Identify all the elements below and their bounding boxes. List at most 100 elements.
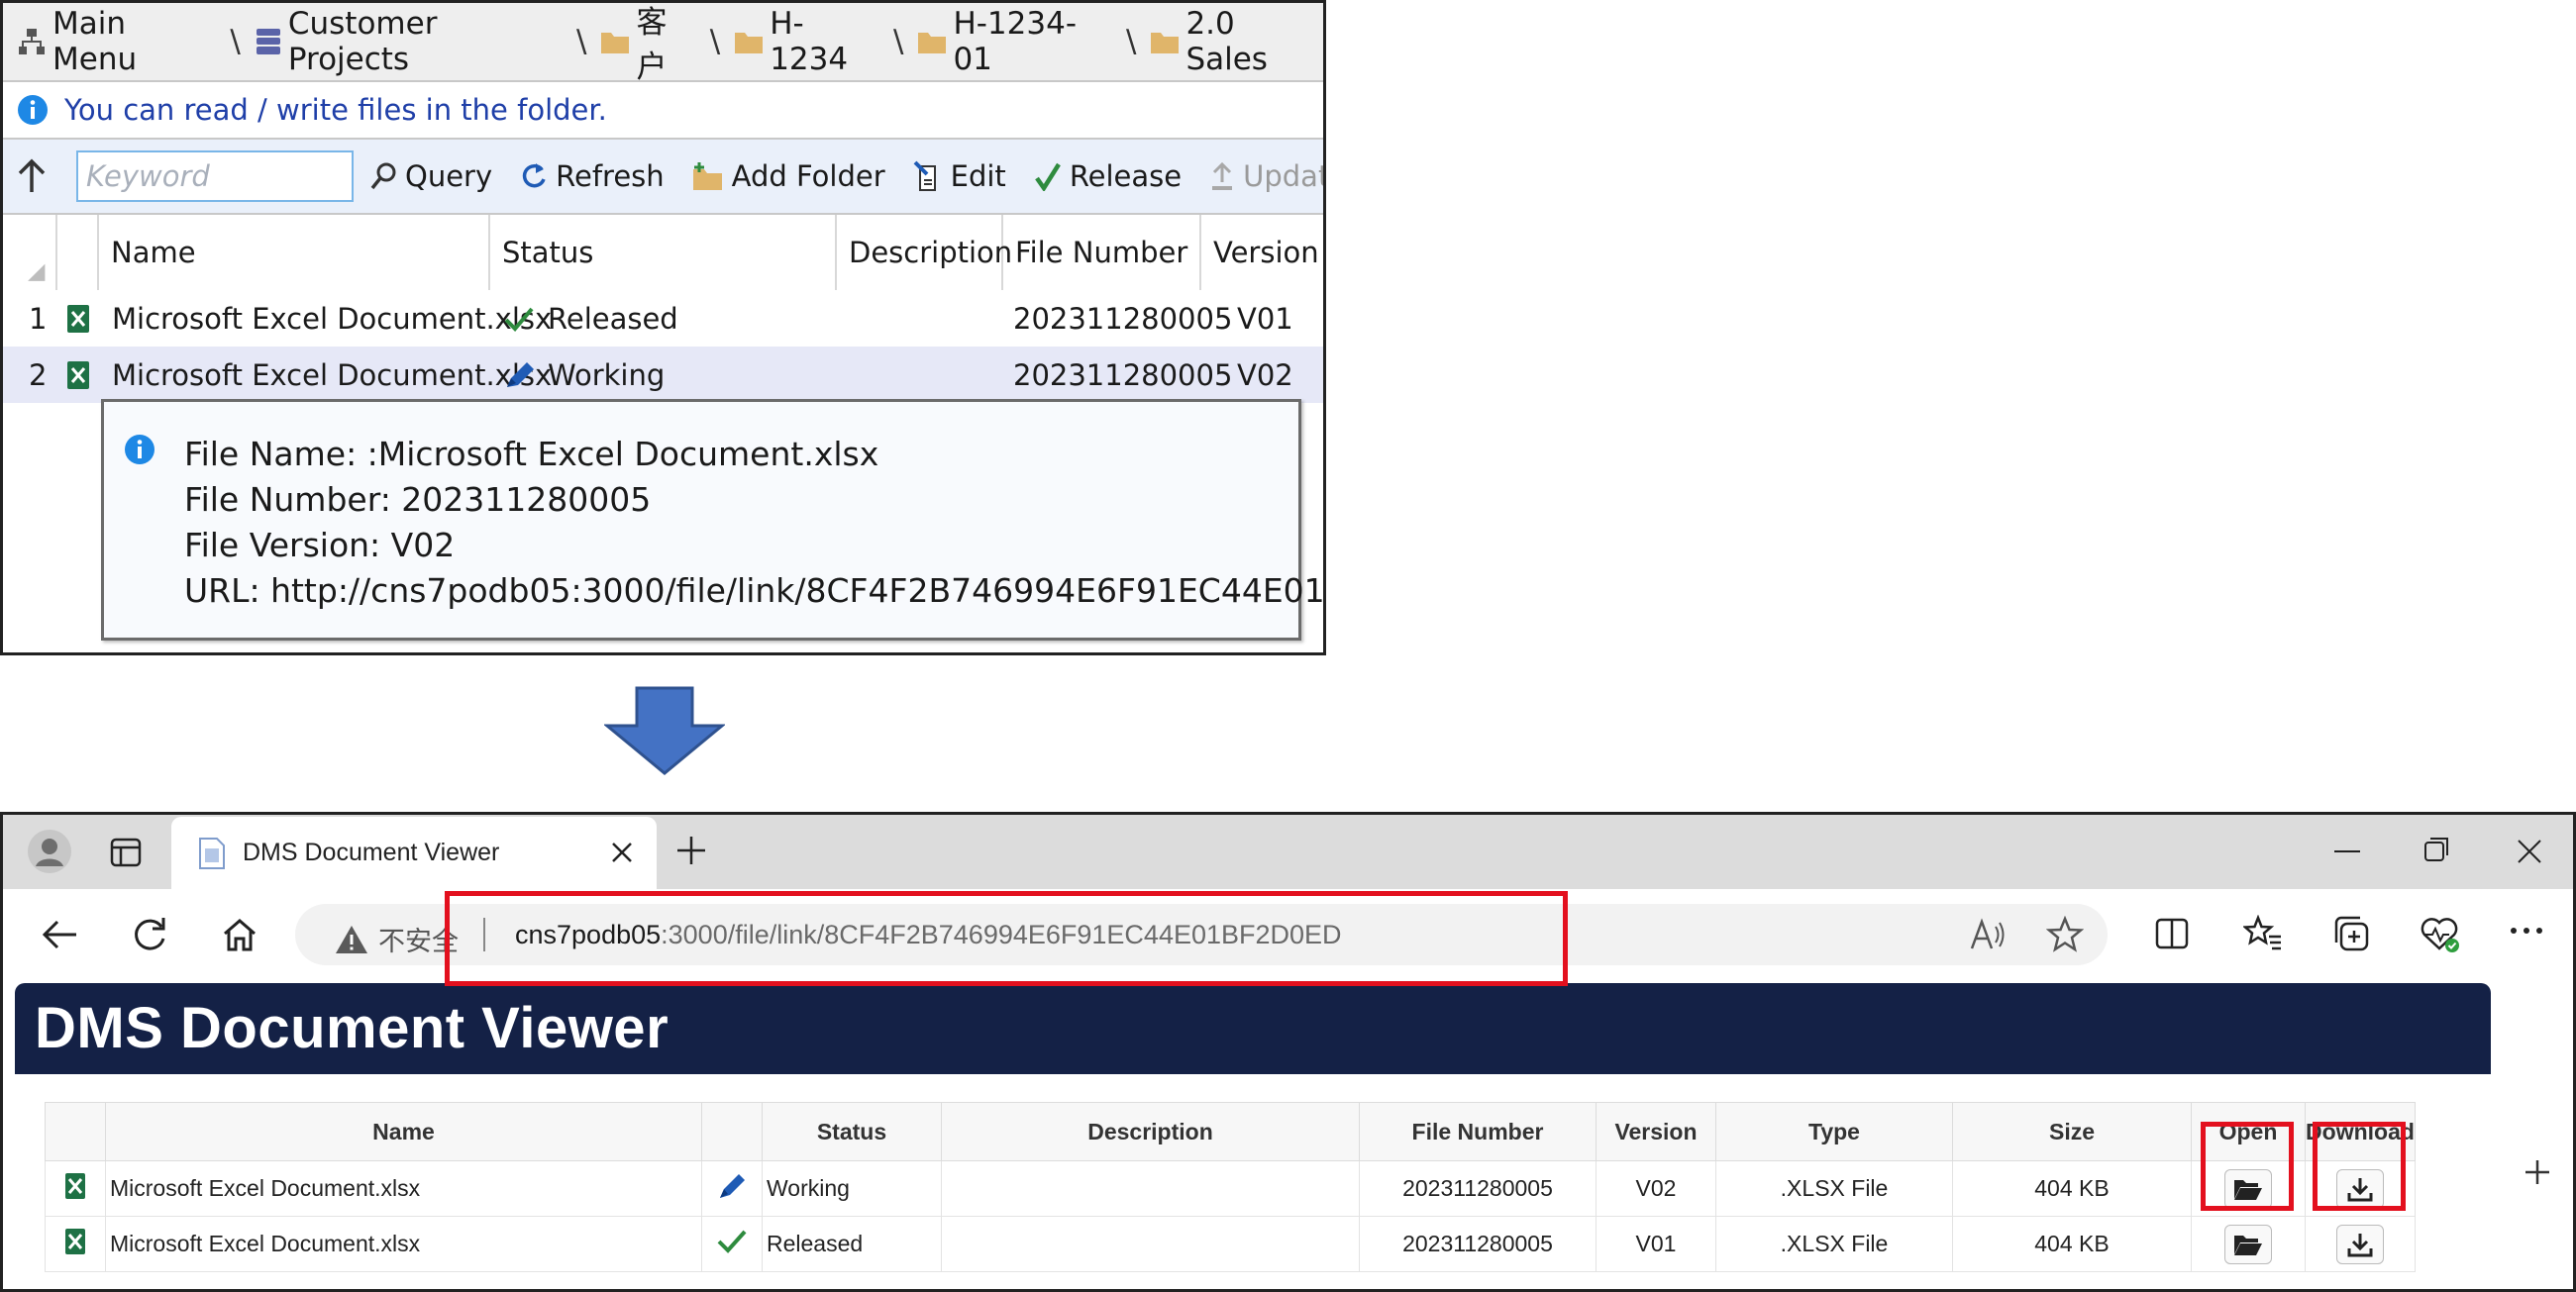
header-version[interactable]: Version — [1596, 1102, 1716, 1161]
header-type[interactable]: Type — [1715, 1102, 1953, 1161]
download-cell — [2305, 1216, 2416, 1272]
release-button[interactable]: Release — [1034, 159, 1182, 193]
tooltip-file-name: File Name: :Microsoft Excel Document.xls… — [184, 435, 879, 473]
query-button[interactable]: Query — [369, 159, 492, 193]
tab-dms-document-viewer[interactable]: DMS Document Viewer — [171, 817, 657, 889]
upload-icon — [1209, 160, 1235, 192]
table-header-row: Name Status Description File Number Vers… — [45, 1102, 2416, 1161]
info-icon — [124, 434, 155, 465]
info-message: You can read / write files in the folder… — [64, 93, 607, 127]
folder-open-icon — [2233, 1233, 2263, 1256]
document-table: Name Status Description File Number Vers… — [45, 1102, 2416, 1272]
not-secure-indicator[interactable]: 不安全 — [335, 920, 459, 958]
breadcrumb-label: H-1234 — [770, 6, 849, 77]
file-name: Microsoft Excel Document.xlsx — [105, 1216, 702, 1272]
read-aloud-icon[interactable] — [1969, 918, 2007, 951]
check-icon — [1034, 161, 1062, 191]
column-header-description[interactable]: Description — [837, 215, 1012, 290]
add-folder-label: Add Folder — [731, 159, 885, 193]
file-status: Working — [762, 1160, 942, 1217]
browser-essentials-icon[interactable] — [2420, 915, 2461, 954]
table-row[interactable]: 1 Microsoft Excel Document.xlsx Released… — [3, 290, 1323, 347]
select-all-corner[interactable] — [3, 215, 57, 290]
split-screen-icon[interactable] — [2154, 917, 2190, 950]
page-title: DMS Document Viewer — [35, 996, 670, 1060]
header-size[interactable]: Size — [1952, 1102, 2192, 1161]
org-tree-icon — [17, 27, 47, 56]
favorite-star-icon[interactable] — [2046, 916, 2084, 953]
breadcrumb-item-h-1234[interactable]: H-1234 — [734, 6, 879, 77]
new-tab-icon[interactable] — [673, 833, 709, 868]
home-icon[interactable] — [221, 917, 258, 952]
keyword-search-input[interactable] — [76, 150, 354, 202]
tooltip-text: File Name: :Microsoft Excel Document.xls… — [184, 432, 1325, 614]
close-window-icon[interactable] — [2513, 835, 2546, 868]
folder-icon — [1150, 29, 1180, 54]
reload-icon[interactable] — [130, 915, 169, 954]
breadcrumb-item-sales[interactable]: 2.0 Sales — [1150, 6, 1323, 77]
table-row[interactable]: 2 Microsoft Excel Document.xlsx Working … — [3, 347, 1323, 403]
breadcrumb-label: 客户 — [636, 5, 668, 85]
excel-file-icon — [45, 1160, 106, 1217]
open-button[interactable] — [2224, 1224, 2272, 1264]
refresh-button[interactable]: Refresh — [520, 159, 665, 193]
url-highlight-box — [445, 891, 1568, 986]
header-status-icon-column — [701, 1102, 763, 1161]
download-button-highlight-box — [2313, 1122, 2406, 1211]
download-button[interactable] — [2336, 1224, 2384, 1264]
folder-icon — [917, 29, 947, 54]
breadcrumb-separator: \ — [1125, 24, 1137, 59]
column-header-version[interactable]: Version — [1201, 215, 1323, 290]
column-header-name[interactable]: Name — [99, 215, 490, 290]
tooltip-file-version: File Version: V02 — [184, 526, 456, 564]
header-description[interactable]: Description — [941, 1102, 1360, 1161]
breadcrumb-separator: \ — [576, 24, 587, 59]
pencil-icon — [503, 347, 537, 403]
update-button[interactable]: Update — [1209, 159, 1323, 193]
edit-button[interactable]: Edit — [913, 159, 1006, 193]
file-grid-header: Name Status Description File Number Vers… — [3, 215, 1323, 290]
folder-icon — [734, 29, 764, 54]
column-header-file-number[interactable]: File Number — [1003, 215, 1201, 290]
breadcrumb-item-main-menu[interactable]: Main Menu — [17, 6, 216, 77]
breadcrumb-item-customer[interactable]: 客户 — [600, 3, 695, 86]
file-number: 202311280005 — [1359, 1160, 1597, 1217]
header-file-icon-column — [45, 1102, 106, 1161]
collections-icon[interactable] — [2332, 915, 2370, 952]
header-status[interactable]: Status — [762, 1102, 942, 1161]
tooltip-url: URL: http://cns7podb05:3000/file/link/8C… — [184, 571, 1325, 610]
favorites-list-icon[interactable] — [2243, 915, 2283, 952]
page-content: DMS Document Viewer Name Status Descript… — [3, 980, 2573, 1289]
breadcrumb-label: Customer Projects — [287, 6, 438, 77]
release-label: Release — [1069, 159, 1183, 193]
file-status: Released — [548, 301, 678, 336]
table-row[interactable]: Microsoft Excel Document.xlsx Working 20… — [45, 1160, 2416, 1217]
back-icon[interactable] — [41, 917, 80, 952]
restore-icon[interactable] — [2420, 835, 2453, 866]
breadcrumb-item-customer-projects[interactable]: Customer Projects — [255, 6, 563, 77]
header-file-number[interactable]: File Number — [1359, 1102, 1597, 1161]
file-status: Released — [762, 1216, 942, 1272]
file-number: 202311280005 — [1013, 301, 1233, 336]
tab-actions-icon[interactable] — [110, 837, 142, 868]
toolbar: Query Refresh Add Folder Edit Release — [3, 140, 1323, 215]
warning-icon — [335, 924, 368, 955]
breadcrumb-item-h-1234-01[interactable]: H-1234-01 — [917, 6, 1112, 77]
more-options-icon[interactable] — [2509, 925, 2544, 937]
file-type: .XLSX File — [1715, 1216, 1953, 1272]
header-name[interactable]: Name — [105, 1102, 702, 1161]
minimize-icon[interactable] — [2330, 837, 2364, 866]
sidebar-add-icon[interactable] — [2522, 1156, 2553, 1188]
up-arrow-icon[interactable] — [15, 158, 49, 194]
profile-avatar-icon[interactable] — [27, 829, 72, 874]
close-tab-icon[interactable] — [607, 838, 637, 867]
column-header-status[interactable]: Status — [490, 215, 837, 290]
update-label: Update — [1243, 159, 1323, 193]
tooltip-file-number: File Number: 202311280005 — [184, 480, 652, 519]
table-row[interactable]: Microsoft Excel Document.xlsx Released 2… — [45, 1216, 2416, 1272]
breadcrumb: Main Menu \ Customer Projects \ 客户 \ H-1… — [3, 3, 1323, 85]
file-name: Microsoft Excel Document.xlsx — [112, 301, 553, 336]
add-folder-button[interactable]: Add Folder — [692, 159, 885, 193]
excel-file-icon — [45, 1216, 106, 1272]
refresh-icon — [520, 160, 548, 192]
